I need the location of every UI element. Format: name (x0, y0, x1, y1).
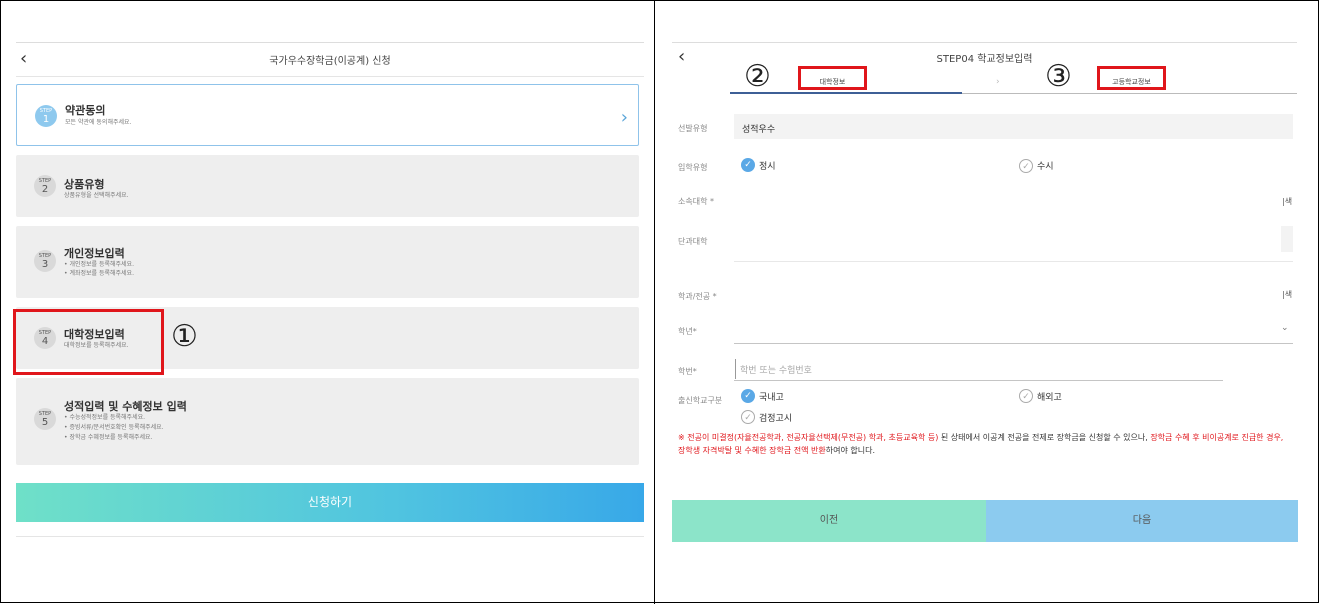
step-card-1[interactable]: STEP 1 약관동의 모든 약관에 동의해주세요. › (16, 84, 639, 146)
step-subtitle: • 개인정보를 등록해주세요. (64, 261, 134, 268)
label-college: 단과대학 (678, 237, 708, 246)
radio-rolling-unchecked-icon[interactable]: ✓ (1019, 159, 1033, 173)
step-card-3[interactable]: STEP 3 개인정보입력 • 개인정보를 등록해주세요. • 계좌정보를 등록해… (16, 226, 639, 298)
step-subtitle: 상품유형을 선택해주세요. (64, 192, 129, 199)
hs-ged-label[interactable]: 검정고시 (759, 411, 792, 424)
notice-plain-suffix: 하여야 합니다. (825, 446, 875, 455)
previous-button[interactable]: 이전 (672, 500, 986, 542)
notice-plain-part: 된 상태에서 이공계 전공을 전제로 장학금을 신청할 수 있으나, (938, 433, 1148, 442)
tab-underline (962, 93, 1297, 94)
step-card-2[interactable]: STEP 2 상품유형 상품유형을 선택해주세요. (16, 155, 639, 217)
marker-2: ② (744, 59, 771, 94)
text-cursor (735, 359, 736, 379)
selection-type-value: 성적우수 (742, 125, 776, 135)
step-badge: STEP 1 (35, 105, 57, 127)
step-badge: STEP 3 (34, 250, 56, 272)
radio-overseas-unchecked-icon[interactable]: ✓ (1019, 389, 1033, 403)
step-subtitle: • 장학금 수혜정보를 등록해주세요. (64, 434, 153, 441)
step-subtitle: 모든 약관에 동의해주세요. (65, 119, 132, 126)
admission-rolling-label[interactable]: 수시 (1037, 159, 1054, 172)
highlight-step4 (13, 309, 164, 375)
hs-overseas-label[interactable]: 해외고 (1037, 390, 1062, 403)
student-id-input[interactable]: 학번 또는 수험번호 (740, 363, 812, 376)
label-department: 학과/전공 * (678, 292, 717, 301)
grade-select-underline[interactable] (734, 343, 1293, 344)
radio-regular-checked-icon[interactable]: ✓ (741, 158, 755, 172)
label-admission-type: 입학유형 (678, 163, 708, 172)
radio-ged-unchecked-icon[interactable]: ✓ (741, 410, 755, 424)
label-student-id: 학번* (678, 367, 697, 376)
selection-type-field (734, 114, 1293, 139)
step-title: 상품유형 (64, 178, 105, 191)
left-bottom-rule (16, 536, 644, 537)
marker-1: ① (171, 319, 198, 354)
department-search-button[interactable]: |색 (1282, 289, 1292, 300)
right-top-rule (672, 42, 1297, 43)
marker-3: ③ (1045, 59, 1072, 94)
student-id-underline (734, 380, 1223, 381)
label-selection-type: 선발유형 (678, 124, 708, 133)
chevron-down-icon[interactable]: ⌄ (1281, 323, 1289, 333)
admission-regular-label[interactable]: 정시 (759, 159, 776, 172)
step-title: 개인정보입력 (64, 247, 125, 260)
step-subtitle: • 증빙서류/문서번호확인 등록해주세요. (64, 424, 164, 431)
chevron-right-icon[interactable]: › (621, 107, 628, 128)
tab-separator: › (996, 77, 1000, 87)
label-university: 소속대학 * (678, 197, 714, 206)
notice-red-part: ※ 전공이 미결정(자율전공학과, 전공자율선택제(무전공) 학과, 초등교육학… (678, 433, 939, 442)
step-title: 성적입력 및 수혜정보 입력 (64, 400, 187, 413)
left-top-rule (16, 42, 644, 43)
step-subtitle: • 계좌정보를 등록해주세요. (64, 270, 134, 277)
college-field (1281, 226, 1293, 252)
step-title: 약관동의 (65, 104, 106, 117)
step-subtitle: • 수능성적정보를 등록해주세요. (64, 414, 146, 421)
panel-divider (654, 0, 655, 604)
page-title: 국가우수장학금(이공계) 신청 (269, 56, 391, 67)
notice-text: ※ 전공이 미결정(자율전공학과, 전공자율선택제(무전공) 학과, 초등교육학… (678, 431, 1293, 457)
college-divider (734, 261, 1293, 262)
university-search-button[interactable]: |색 (1282, 196, 1292, 207)
label-grade: 학년* (678, 327, 697, 336)
tab-highschool-info[interactable]: 고등학교정보 (1100, 77, 1163, 87)
step-badge: STEP 2 (34, 175, 56, 197)
radio-domestic-checked-icon[interactable]: ✓ (741, 389, 755, 403)
tab-active-underline (730, 92, 962, 94)
label-hs-type: 출신학교구분 (678, 396, 723, 405)
next-button[interactable]: 다음 (986, 500, 1298, 542)
hs-domestic-label[interactable]: 국내고 (759, 390, 784, 403)
step-card-5[interactable]: STEP 5 성적입력 및 수혜정보 입력 • 수능성적정보를 등록해주세요. •… (16, 378, 639, 465)
header-divider (16, 76, 644, 77)
step-badge: STEP 5 (34, 408, 56, 430)
tab-university-info[interactable]: 대학정보 (801, 77, 864, 87)
apply-button[interactable]: 신청하기 (16, 483, 644, 522)
